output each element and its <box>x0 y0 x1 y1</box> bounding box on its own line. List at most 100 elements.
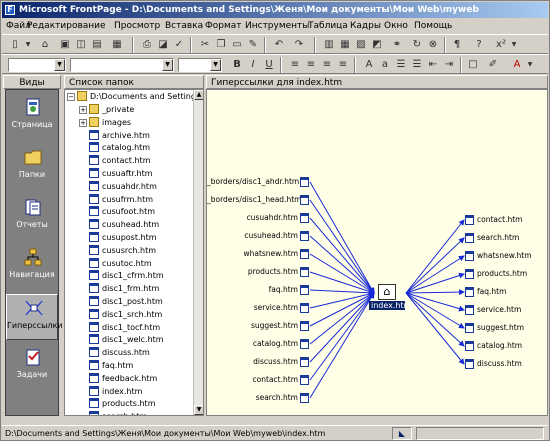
font-combo[interactable]: ▼ <box>70 58 174 72</box>
file-item[interactable]: disc1_post.htm <box>89 295 163 308</box>
menu-window[interactable]: Окно <box>384 20 408 32</box>
align-right-icon[interactable]: ≡ <box>320 58 334 72</box>
draw-icon[interactable]: ◩ <box>370 38 384 52</box>
file-item[interactable]: discuss.htm <box>89 346 150 359</box>
view-hyperlinks[interactable]: Гиперссылки <box>6 294 63 340</box>
menu-table[interactable]: Таблица <box>308 20 348 32</box>
insert-table-icon[interactable]: ▦ <box>338 38 352 52</box>
file-item[interactable]: index.htm <box>89 385 142 398</box>
increase-font-icon[interactable]: A <box>362 58 376 72</box>
incoming-link-node[interactable]: suggest.htm <box>207 320 298 332</box>
preview-icon[interactable]: ◪ <box>156 38 170 52</box>
incoming-link-node[interactable]: _borders/disc1_ahdr.htm <box>207 176 299 188</box>
show-all-icon[interactable]: ¶ <box>450 38 464 52</box>
file-item[interactable]: products.htm <box>89 397 155 410</box>
file-item[interactable]: disc1_tocf.htm <box>89 321 160 334</box>
highlight-icon[interactable]: ✐ <box>486 58 500 72</box>
underline-icon[interactable]: U <box>262 58 276 72</box>
file-item[interactable]: cusufoot.htm <box>89 205 155 218</box>
outgoing-link-node[interactable]: products.htm <box>477 268 527 280</box>
folder-item[interactable]: + images <box>79 116 131 129</box>
font-size-combo[interactable]: ▼ <box>178 58 222 72</box>
incoming-link-node[interactable]: discuss.htm <box>207 356 298 368</box>
incoming-link-node[interactable]: faq.htm <box>207 284 298 296</box>
file-item[interactable]: cususrch.htm <box>89 244 156 257</box>
file-item[interactable]: disc1_srch.htm <box>89 308 162 321</box>
chevron-down-icon[interactable]: ▼ <box>54 59 65 71</box>
view-navigation[interactable]: Навигация <box>6 244 58 290</box>
file-item[interactable]: faq.htm <box>89 359 133 372</box>
outgoing-link-node[interactable]: contact.htm <box>477 214 522 226</box>
cut-icon[interactable]: ✂ <box>198 38 212 52</box>
chevron-down-icon[interactable]: ▼ <box>24 38 32 52</box>
insert-picture-icon[interactable]: ▨ <box>354 38 368 52</box>
view-folders[interactable]: Папки <box>6 144 58 190</box>
outgoing-link-node[interactable]: faq.htm <box>477 286 506 298</box>
file-item[interactable]: catalog.htm <box>89 141 150 154</box>
incoming-link-node[interactable]: products.htm <box>207 266 298 278</box>
folder-tree[interactable]: − D:\Documents and Settings\ + _private + im… <box>64 89 204 416</box>
file-item[interactable]: disc1_frm.htm <box>89 282 159 295</box>
incoming-link-node[interactable]: cusuahdr.htm <box>207 212 298 224</box>
incoming-link-node[interactable]: catalog.htm <box>207 338 298 350</box>
outgoing-link-node[interactable]: service.htm <box>477 304 521 316</box>
menu-tools[interactable]: Инструменты <box>245 20 309 32</box>
incoming-link-node[interactable]: _borders/disc1_head.htm <box>207 194 301 206</box>
menu-insert[interactable]: Вставка <box>165 20 203 32</box>
root-folder[interactable]: − D:\Documents and Settings\ <box>67 90 203 103</box>
insert-component-icon[interactable]: ▥ <box>322 38 336 52</box>
expand-icon[interactable]: + <box>79 106 87 114</box>
italic-icon[interactable]: I <box>246 58 260 72</box>
incoming-link-node[interactable]: contact.htm <box>207 374 298 386</box>
collapse-icon[interactable]: − <box>67 93 75 101</box>
superscript-icon[interactable]: x² <box>494 38 508 52</box>
view-tasks[interactable]: Задачи <box>6 344 58 390</box>
folder-item[interactable]: + _private <box>79 103 134 116</box>
chevron-down-icon[interactable]: ▼ <box>510 38 518 52</box>
hyperlinks-canvas[interactable]: _borders/disc1_ahdr.htm _borders/disc1_he… <box>206 89 548 416</box>
incoming-link-node[interactable]: service.htm <box>207 302 298 314</box>
file-item[interactable]: cusuaftr.htm <box>89 167 153 180</box>
incoming-link-node[interactable]: search.htm <box>207 392 298 404</box>
file-item[interactable]: cusupost.htm <box>89 231 157 244</box>
file-item[interactable]: archive.htm <box>89 129 150 142</box>
expand-icon[interactable]: + <box>79 118 87 127</box>
file-item[interactable]: cusuhead.htm <box>89 218 159 231</box>
style-combo[interactable]: ▼ <box>8 58 66 72</box>
file-item[interactable]: disc1_welc.htm <box>89 333 164 346</box>
file-item[interactable]: disc1_cfrm.htm <box>89 269 164 282</box>
chevron-down-icon[interactable]: ▼ <box>526 58 534 72</box>
open-folder-icon[interactable]: ⌂ <box>38 38 52 52</box>
outgoing-link-node[interactable]: suggest.htm <box>477 322 524 334</box>
numbering-icon[interactable]: ☰ <box>394 58 408 72</box>
frontpage-app-icon[interactable]: F <box>5 5 15 15</box>
redo-icon[interactable]: ↷ <box>292 38 306 52</box>
undo-icon[interactable]: ↶ <box>272 38 286 52</box>
decrease-indent-icon[interactable]: ⇤ <box>426 58 440 72</box>
bold-icon[interactable]: B <box>230 58 244 72</box>
outgoing-link-node[interactable]: whatsnew.htm <box>477 250 532 262</box>
publish-icon[interactable]: ◫ <box>74 38 88 52</box>
save-icon[interactable]: ▣ <box>58 38 72 52</box>
hyperlink-icon[interactable]: ⚭ <box>390 38 404 52</box>
align-left-icon[interactable]: ≡ <box>288 58 302 72</box>
incoming-link-node[interactable]: whatsnew.htm <box>207 248 298 260</box>
incoming-link-node[interactable]: cusuhead.htm <box>207 230 298 242</box>
file-item[interactable]: search.htm <box>89 410 147 415</box>
stop-icon[interactable]: ⊗ <box>426 38 440 52</box>
folder-list-scrollbar[interactable]: ▲ ▼ <box>193 90 203 415</box>
outgoing-link-node[interactable]: catalog.htm <box>477 340 522 352</box>
refresh-icon[interactable]: ↻ <box>410 38 424 52</box>
align-center-icon[interactable]: ≡ <box>304 58 318 72</box>
decrease-font-icon[interactable]: a <box>378 58 392 72</box>
view-page[interactable]: Страница <box>6 94 58 140</box>
file-item[interactable]: contact.htm <box>89 154 150 167</box>
scroll-up-icon[interactable]: ▲ <box>194 90 203 100</box>
chevron-down-icon[interactable]: ▼ <box>210 59 221 71</box>
increase-indent-icon[interactable]: ⇥ <box>442 58 456 72</box>
copy-icon[interactable]: ❐ <box>214 38 228 52</box>
file-item[interactable]: feedback.htm <box>89 372 157 385</box>
folder-list-icon[interactable]: ▤ <box>90 38 104 52</box>
font-color-icon[interactable]: A <box>510 58 524 72</box>
file-item[interactable]: cusutoc.htm <box>89 257 152 270</box>
